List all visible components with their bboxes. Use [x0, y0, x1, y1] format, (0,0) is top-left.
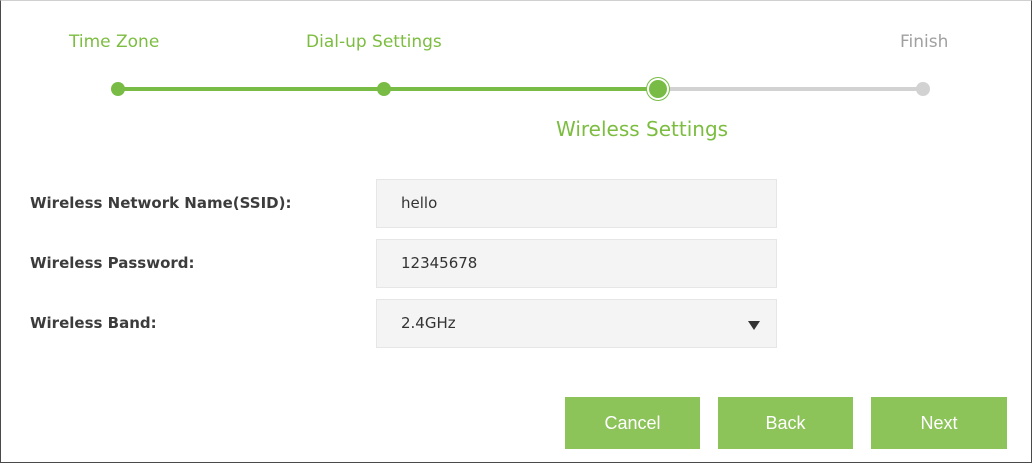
step-label-wireless-settings: Wireless Settings — [556, 117, 729, 141]
password-input[interactable]: 12345678 — [376, 239, 777, 288]
next-button[interactable]: Next — [871, 397, 1007, 449]
step-dot-time-zone — [111, 82, 125, 96]
band-value: 2.4GHz — [401, 314, 456, 332]
band-label: Wireless Band: — [30, 314, 157, 332]
chevron-down-icon — [748, 321, 760, 330]
setup-wizard-panel: Time Zone Dial-up Settings Finish Wirele… — [0, 0, 1032, 463]
band-select[interactable]: 2.4GHz — [376, 299, 777, 348]
step-dot-finish — [916, 82, 930, 96]
ssid-value: hello — [401, 194, 438, 212]
step-label-dialup-settings: Dial-up Settings — [306, 32, 442, 52]
step-dot-dialup-settings — [377, 82, 391, 96]
cancel-button[interactable]: Cancel — [565, 397, 700, 449]
password-label: Wireless Password: — [30, 254, 195, 272]
back-button[interactable]: Back — [718, 397, 853, 449]
step-label-time-zone: Time Zone — [69, 32, 160, 52]
progress-track-remaining — [658, 87, 922, 91]
step-label-finish: Finish — [900, 32, 949, 52]
step-dot-wireless-settings — [649, 80, 667, 98]
password-value: 12345678 — [401, 254, 478, 272]
ssid-label: Wireless Network Name(SSID): — [30, 194, 292, 212]
ssid-input[interactable]: hello — [376, 179, 777, 228]
